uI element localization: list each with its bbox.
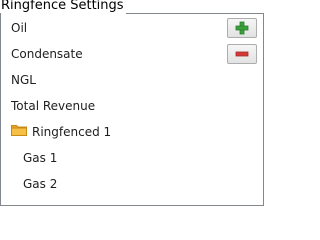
list-item-total-revenue[interactable]: Total Revenue [11, 98, 95, 114]
plus-icon [235, 21, 249, 35]
group-title: Ringfence Settings [1, 0, 126, 14]
list-item-oil[interactable]: Oil [11, 20, 27, 36]
add-button[interactable] [227, 18, 257, 38]
remove-button[interactable] [227, 44, 257, 64]
list-item-ringfenced-1[interactable]: Ringfenced 1 [32, 124, 111, 140]
folder-icon [11, 125, 27, 136]
list-item-gas-1[interactable]: Gas 1 [23, 150, 57, 166]
list-item-gas-2[interactable]: Gas 2 [23, 176, 57, 192]
minus-icon [235, 51, 249, 57]
list-item-condensate[interactable]: Condensate [11, 46, 83, 62]
list-item-ngl[interactable]: NGL [11, 72, 36, 88]
